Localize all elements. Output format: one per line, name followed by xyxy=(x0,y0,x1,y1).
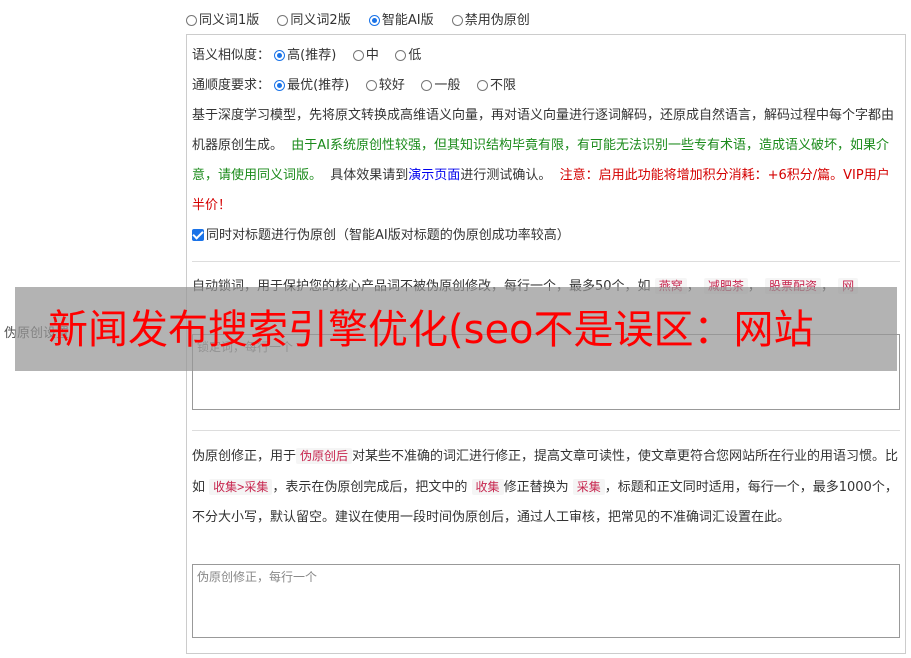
divider xyxy=(192,261,900,262)
mode-disable[interactable]: 禁用伪原创 xyxy=(451,13,530,28)
similarity-label: 语义相似度： xyxy=(192,48,271,63)
fluency-best[interactable]: 最优(推荐) xyxy=(274,78,349,93)
radio-checked-icon[interactable] xyxy=(368,15,380,26)
fluency-normal[interactable]: 一般 xyxy=(421,78,460,93)
checkbox-checked-icon[interactable] xyxy=(192,229,204,241)
radio-checked-icon[interactable] xyxy=(274,50,286,61)
similarity-high[interactable]: 高(推荐) xyxy=(274,48,336,63)
correction-input[interactable] xyxy=(192,564,900,638)
radio-checked-icon[interactable] xyxy=(274,80,286,91)
fluency-good[interactable]: 较好 xyxy=(365,78,405,93)
radio-icon[interactable] xyxy=(277,15,289,26)
similarity-low[interactable]: 低 xyxy=(395,48,421,63)
radio-icon[interactable] xyxy=(421,80,433,91)
mode-ai[interactable]: 智能AI版 xyxy=(368,13,434,28)
mode-synonym-1[interactable]: 同义词1版 xyxy=(186,13,259,28)
correction-description: 伪原创修正，用于 伪原创后 对某些不准确的词汇进行修正，提高文章可读性，使文章更符合… xyxy=(192,448,899,525)
ai-description: 基于深度学习模型，先将原文转换成高维语义向量，再对语义向量进行逐词解码，还原成自… xyxy=(192,108,895,213)
radio-icon[interactable] xyxy=(451,15,463,26)
fluency-any[interactable]: 不限 xyxy=(476,78,516,93)
fluency-row: 通顺度要求： 最优(推荐) 较好 一般 不限 xyxy=(192,76,516,96)
demo-page-link[interactable]: 演示页面 xyxy=(408,168,460,183)
radio-icon[interactable] xyxy=(186,15,197,26)
radio-icon[interactable] xyxy=(352,50,364,61)
title-option-row[interactable]: 同时对标题进行伪原创（智能AI版对标题的伪原创成功率较高） xyxy=(192,226,570,246)
radio-icon[interactable] xyxy=(365,80,377,91)
radio-icon[interactable] xyxy=(476,80,488,91)
mode-radio-group: 同义词1版 同义词2版 智能AI版 禁用伪原创 xyxy=(186,9,544,28)
fluency-label: 通顺度要求： xyxy=(192,78,271,93)
mode-synonym-2[interactable]: 同义词2版 xyxy=(277,13,351,28)
radio-icon[interactable] xyxy=(395,50,407,61)
divider xyxy=(192,430,900,431)
similarity-row: 语义相似度： 高(推荐) 中 低 xyxy=(192,46,421,66)
overlay-banner-text: 新闻发布搜索引擎优化(seo不是误区：网站 xyxy=(48,307,814,353)
similarity-medium[interactable]: 中 xyxy=(352,48,379,63)
